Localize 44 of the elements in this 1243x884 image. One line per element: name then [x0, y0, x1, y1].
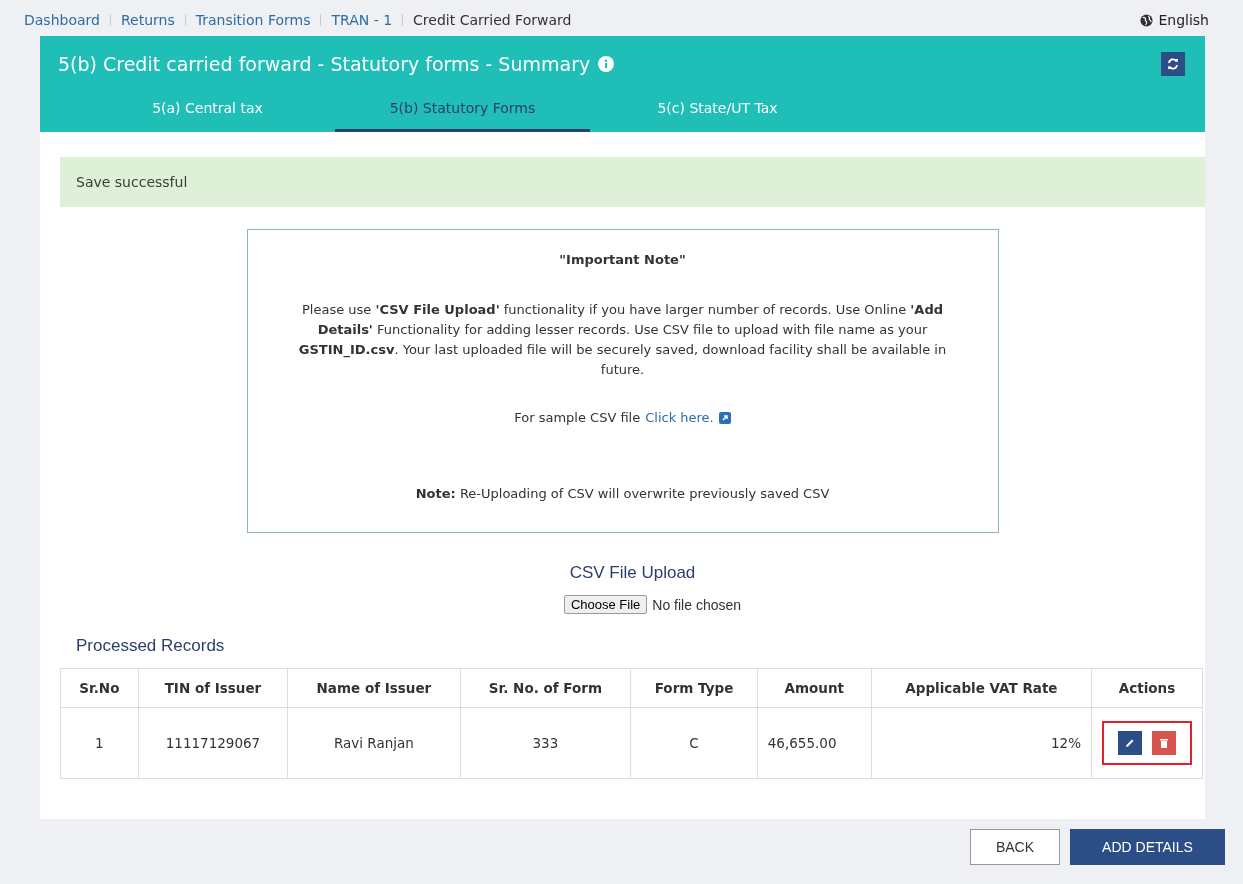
edit-button[interactable] — [1118, 731, 1142, 755]
breadcrumb-link[interactable]: Returns — [120, 12, 175, 28]
table-cell: 1 — [60, 707, 139, 779]
table-cell: 12% — [871, 707, 1092, 779]
tab[interactable]: 5(b) Statutory Forms — [335, 92, 590, 132]
trash-icon — [1160, 738, 1168, 748]
refresh-icon — [1167, 58, 1179, 70]
column-header: Sr. No. of Form — [460, 668, 631, 708]
table-cell: 333 — [460, 707, 631, 779]
globe-icon — [1140, 13, 1154, 27]
external-link-icon — [718, 412, 731, 424]
breadcrumb-link[interactable]: Transition Forms — [195, 12, 311, 28]
note-title: "Important Note" — [558, 251, 687, 269]
pencil-icon — [1125, 738, 1135, 748]
note-footer: Note: Re-Uploading of CSV will overwrite previously saved CSV — [277, 484, 968, 504]
column-header: Applicable VAT Rate — [871, 668, 1092, 708]
table-cell: 46,655.00 — [757, 707, 872, 779]
breadcrumb-link[interactable]: Dashboard — [24, 12, 100, 28]
column-header: Name of Issuer — [287, 668, 461, 708]
column-header: Form Type — [630, 668, 758, 708]
breadcrumb-current: Credit Carried Forward — [413, 12, 572, 28]
add-details-button[interactable]: ADD DETAILS — [1070, 829, 1225, 865]
back-button[interactable]: BACK — [970, 829, 1060, 865]
table-cell: C — [630, 707, 758, 779]
file-status: No file chosen — [652, 596, 742, 613]
table-title: Processed Records — [76, 636, 226, 656]
note-text: Please use 'CSV File Upload' functionality if you have larger number of records. Use Online 'Add Details' Functionality for adding lesser records. Use CSV file to upload with file name as your GSTIN_ID.csv. Your last uploaded file will be securely saved, download facility shall be available in future. — [297, 301, 948, 379]
sample-link[interactable]: Click here. — [645, 408, 714, 428]
breadcrumb-link[interactable]: TRAN - 1 — [331, 12, 393, 28]
success-alert: Save successful — [60, 157, 1205, 207]
column-header: Amount — [757, 668, 872, 708]
choose-file-button[interactable]: Choose File — [563, 595, 648, 614]
upload-title: CSV File Upload — [568, 563, 697, 583]
language-selector[interactable]: English — [1140, 12, 1209, 28]
info-icon — [598, 56, 615, 72]
page-title: 5(b) Credit carried forward - Statutory forms - Summary — [58, 53, 591, 75]
column-header: Actions — [1091, 668, 1203, 708]
column-header: TIN of Issuer — [138, 668, 288, 708]
table-cell: Ravi Ranjan — [287, 707, 461, 779]
delete-button[interactable] — [1152, 731, 1176, 755]
sample-text: For sample CSV file — [514, 409, 641, 427]
refresh-button[interactable] — [1161, 52, 1185, 76]
table-cell: 11117129067 — [138, 707, 288, 779]
column-header: Sr.No — [60, 668, 139, 708]
